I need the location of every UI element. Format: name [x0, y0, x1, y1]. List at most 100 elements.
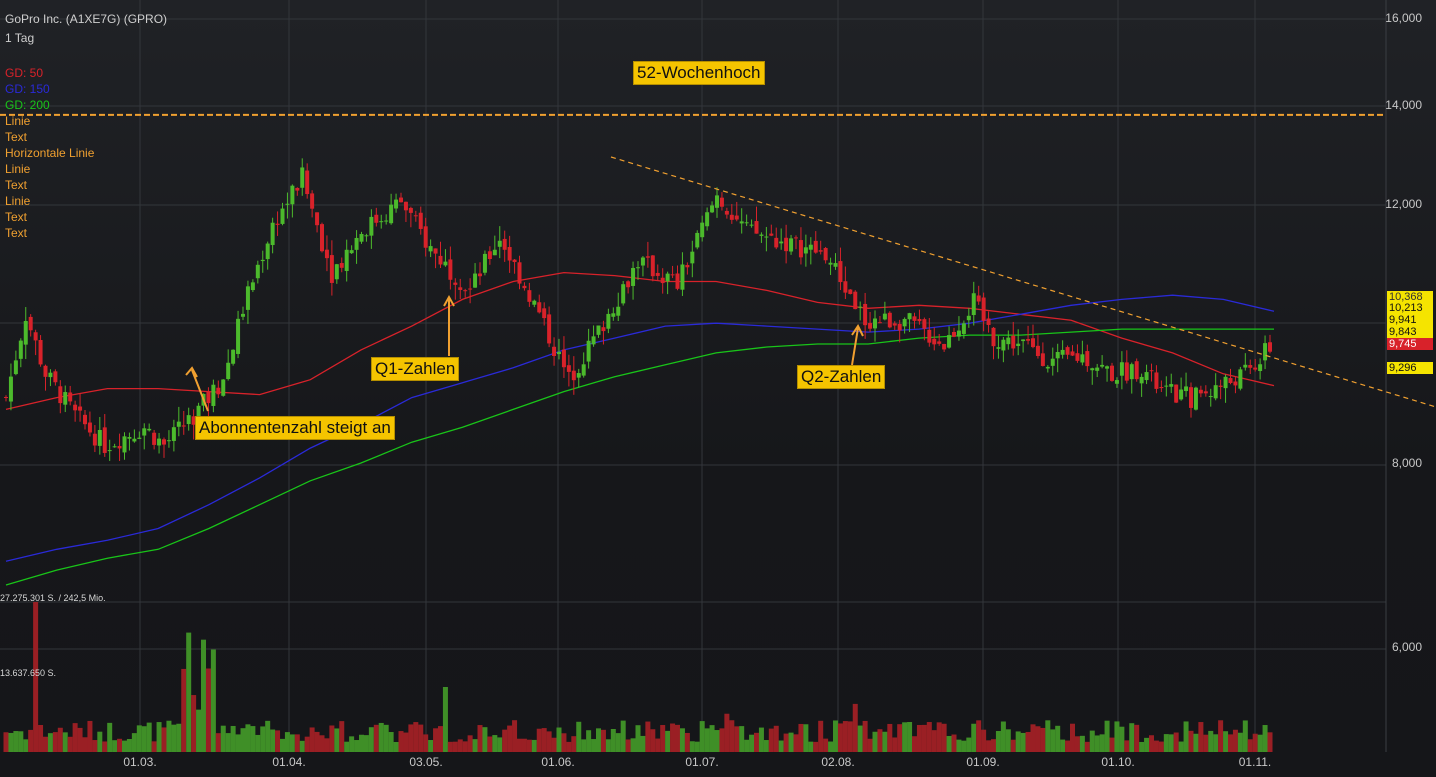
candle-body [166, 440, 171, 442]
candle-body [660, 277, 665, 284]
volume-bar [304, 736, 310, 752]
candle-body [152, 432, 157, 445]
candle-body [87, 422, 92, 433]
volume-bar [1168, 734, 1174, 752]
volume-bar [136, 725, 142, 752]
candle-body [63, 392, 68, 405]
candle-body [28, 316, 33, 331]
volume-bar [699, 721, 705, 752]
volume-bar [976, 720, 982, 752]
volume-bar [354, 740, 360, 752]
candle-body [122, 436, 127, 453]
candle-body [92, 433, 97, 446]
candle-body [843, 281, 848, 293]
volume-bar [704, 728, 710, 752]
note-q2-earnings[interactable]: Q2-Zahlen [797, 365, 886, 389]
candle-body [744, 222, 749, 224]
candle-body [690, 251, 695, 264]
note-q1-earnings[interactable]: Q1-Zahlen [371, 357, 460, 381]
volume-bar [502, 729, 508, 752]
candle-body [527, 290, 532, 302]
candle-body [433, 248, 438, 254]
volume-bar [359, 734, 364, 752]
drawing-item[interactable]: Linie [5, 193, 30, 209]
volume-bar [689, 741, 695, 752]
candle-body [813, 240, 818, 253]
volume-bar [388, 732, 394, 752]
candle-body [53, 371, 58, 383]
candle-body [947, 335, 952, 348]
candle-body [808, 244, 813, 250]
volume-bar [591, 739, 597, 752]
drawing-item[interactable]: Linie [5, 161, 30, 177]
candle-body [324, 249, 329, 259]
candle-body [502, 238, 507, 250]
volume-bar [457, 739, 463, 752]
volume-bars [3, 602, 1273, 752]
volume-bar [1070, 723, 1075, 752]
volume-bar [951, 734, 957, 752]
candle-body [695, 232, 700, 248]
drawing-item[interactable]: Text [5, 177, 27, 193]
candle-body [443, 261, 448, 266]
candle-body [873, 318, 877, 329]
candle-body [1001, 339, 1006, 351]
candle-body [838, 261, 843, 283]
price-chart [0, 0, 1436, 752]
volume-bar [566, 741, 572, 752]
arrow-subscribers [185, 366, 209, 412]
candle-body [478, 273, 482, 277]
candle-body [453, 282, 458, 285]
volume-bar [1094, 735, 1100, 752]
note-52-week-high[interactable]: 52-Wochenhoch [633, 61, 765, 85]
candle-body [364, 235, 369, 237]
drawing-item[interactable]: Text [5, 209, 27, 225]
candle-body [971, 293, 976, 316]
volume-bar [600, 729, 606, 752]
volume-bar [749, 734, 755, 752]
drawing-item[interactable]: Text [5, 225, 27, 241]
volume-bar [1005, 729, 1011, 752]
candle-body [828, 262, 833, 265]
chart-interval: 1 Tag [5, 31, 35, 45]
candle-body [739, 221, 744, 224]
drawing-item[interactable]: Horizontale Linie [5, 145, 94, 161]
candle-body [1011, 335, 1016, 349]
volume-bar [1084, 741, 1090, 752]
candle-body [1114, 380, 1119, 384]
note-subscribers[interactable]: Abonnentenzahl steigt an [195, 416, 395, 440]
x-tick-label: 01.09. [966, 755, 1000, 769]
volume-bar [640, 735, 646, 752]
candle-body [4, 397, 8, 399]
candle-body [606, 313, 611, 329]
legend-ma200[interactable]: GD: 200 [5, 97, 50, 113]
volume-bar [551, 737, 557, 752]
candle-body [1110, 365, 1114, 381]
volume-bar [245, 724, 251, 752]
candle-body [1144, 372, 1149, 381]
price-box-ma200: 10,213 [1387, 302, 1433, 314]
candle-body [591, 336, 596, 345]
volume-bar [961, 740, 967, 752]
candle-body [344, 249, 349, 272]
candle-body [532, 300, 537, 305]
volume-bar [497, 737, 503, 752]
candle-body [206, 391, 211, 404]
volume-bar [1074, 736, 1080, 752]
volume-bar [403, 732, 409, 752]
drawing-item[interactable]: Text [5, 129, 27, 145]
volume-bar [428, 740, 434, 752]
candle-body [359, 234, 364, 242]
drawing-item[interactable]: Linie [5, 113, 30, 129]
candle-body [137, 437, 142, 439]
candle-body [157, 438, 162, 446]
legend-ma150[interactable]: GD: 150 [5, 81, 50, 97]
candle-body [902, 318, 907, 327]
candle-body [428, 246, 433, 252]
candle-body [260, 259, 265, 262]
candle-body [961, 323, 966, 334]
volume-bar [635, 725, 641, 752]
legend-ma50[interactable]: GD: 50 [5, 65, 43, 81]
candle-body [882, 313, 887, 320]
volume-bar [931, 730, 937, 752]
